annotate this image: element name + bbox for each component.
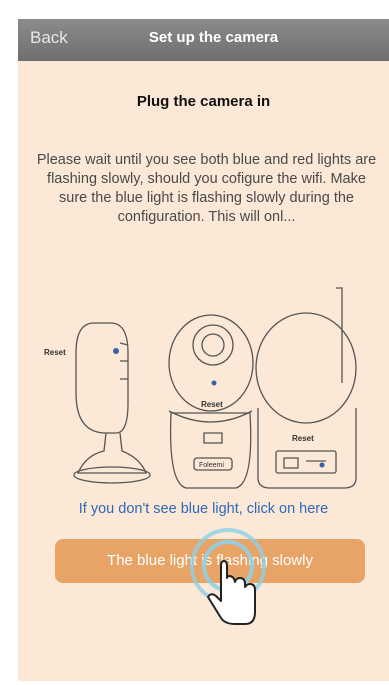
blue-light-flashing-button[interactable]: The blue light is flashing slowly [55,539,365,583]
front-reset-label: Reset [201,400,223,409]
setup-content: Plug the camera in Please wait until you… [18,61,389,681]
back-reset-label: Reset [292,434,314,443]
instructions-text: Please wait until you see both blue and … [36,152,377,225]
camera-back-view [255,287,357,489]
camera-side-view [73,322,151,484]
side-reset-label: Reset [44,348,66,357]
page-title: Set up the camera [148,29,279,46]
setup-screen: Back Set up the camera Plug the camera i… [0,0,389,685]
step-heading: Plug the camera in [136,93,271,110]
brand-label: Foleemi [199,462,224,469]
no-blue-light-help-link[interactable]: If you don't see blue light, click on he… [18,501,389,517]
navigation-bar: Back Set up the camera [18,19,389,61]
camera-illustration: Reset Reset Reset Foleemi [44,287,357,489]
